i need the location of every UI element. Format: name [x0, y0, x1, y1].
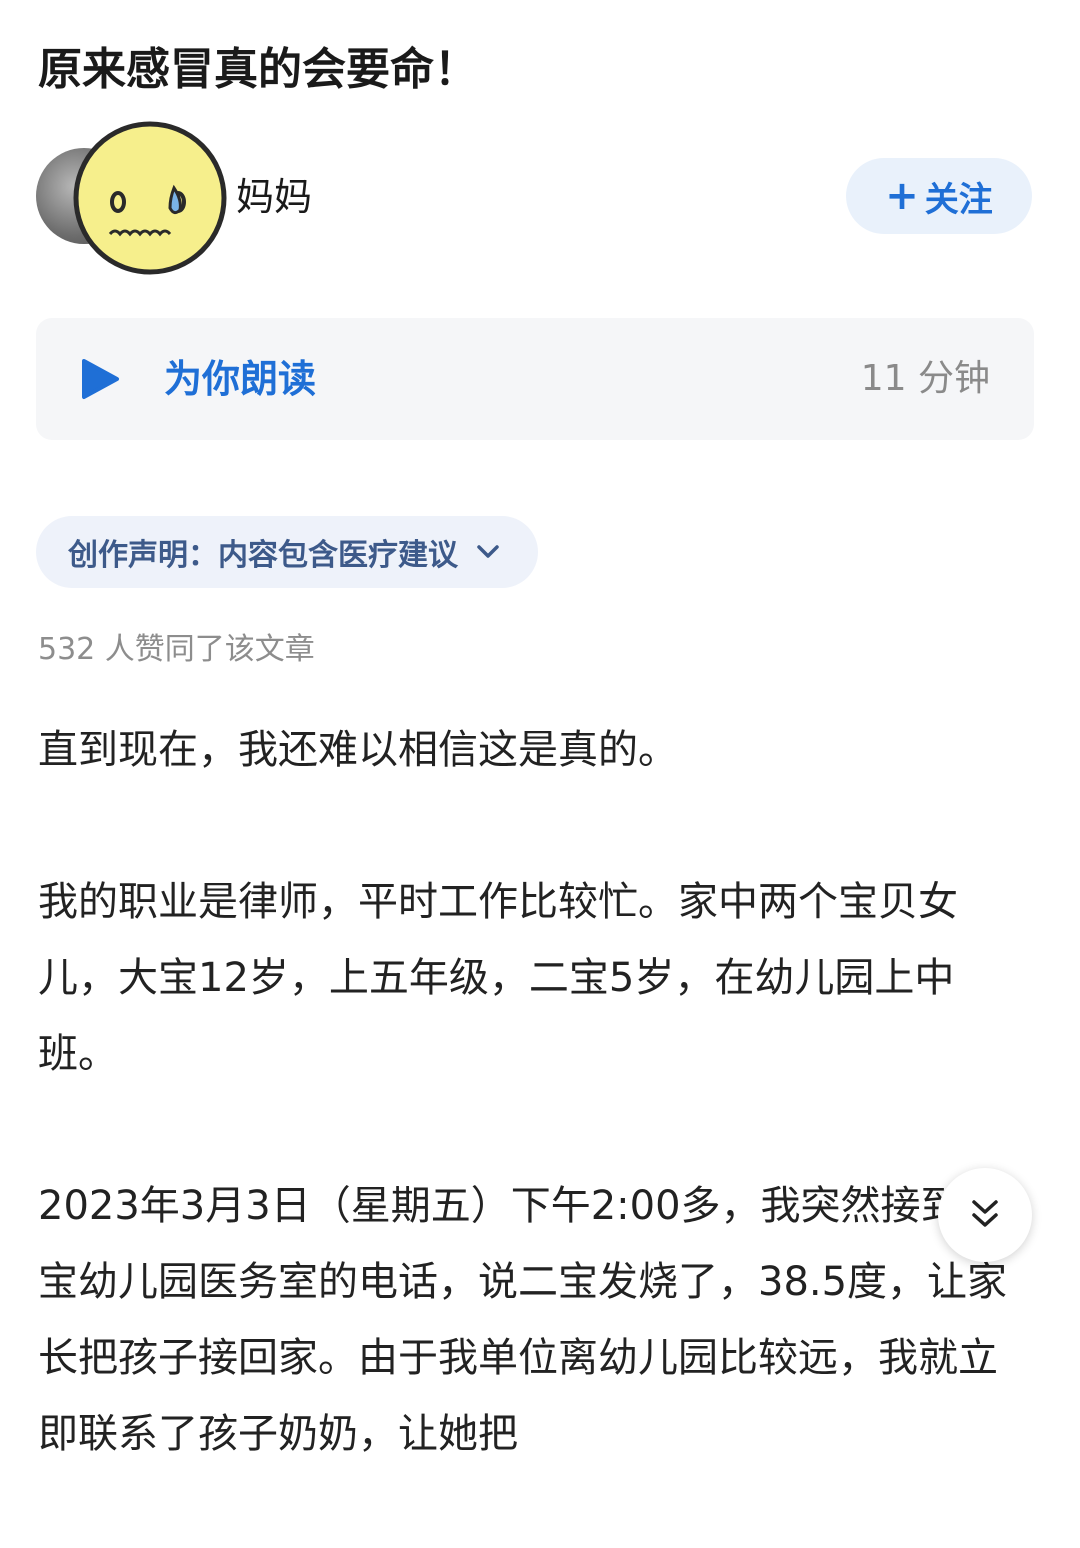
paragraph: 我的职业是律师，平时工作比较忙。家中两个宝贝女儿，大宝12岁，上五年级，二宝5岁… [38, 879, 958, 1077]
scroll-down-button[interactable] [938, 1168, 1032, 1262]
creation-disclaimer[interactable]: 创作声明：内容包含医疗建议 [36, 516, 538, 588]
disclaimer-text: 创作声明：内容包含医疗建议 [68, 538, 458, 573]
likes-count: 532 人赞同了该文章 [38, 632, 315, 667]
read-aloud-card[interactable]: 为你朗读 11 分钟 [36, 318, 1034, 440]
chevron-down-icon [477, 545, 499, 558]
follow-button[interactable]: + 关注 [846, 158, 1032, 234]
paragraph: 直到现在，我还难以相信这是真的。 [38, 727, 678, 773]
article-body: 直到现在，我还难以相信这是真的。 我的职业是律师，平时工作比较忙。家中两个宝贝女… [38, 712, 1028, 1548]
play-icon [82, 359, 119, 399]
read-aloud-label: 为你朗读 [164, 357, 317, 401]
follow-label: 关注 [924, 179, 993, 220]
paragraph: 2023年3月3日（星期五）下午2:00多，我突然接到二宝幼儿园医务室的电话，说… [38, 1183, 1008, 1457]
plus-icon: + [885, 173, 919, 219]
author-row: 妈妈 + 关注 [36, 118, 1036, 278]
audio-duration: 11 分钟 [860, 358, 990, 399]
crying-face-sticker-icon [73, 121, 227, 275]
double-chevron-down-icon [972, 1200, 998, 1227]
author-name[interactable]: 妈妈 [236, 172, 312, 222]
article-title: 原来感冒真的会要命！ [38, 44, 478, 95]
